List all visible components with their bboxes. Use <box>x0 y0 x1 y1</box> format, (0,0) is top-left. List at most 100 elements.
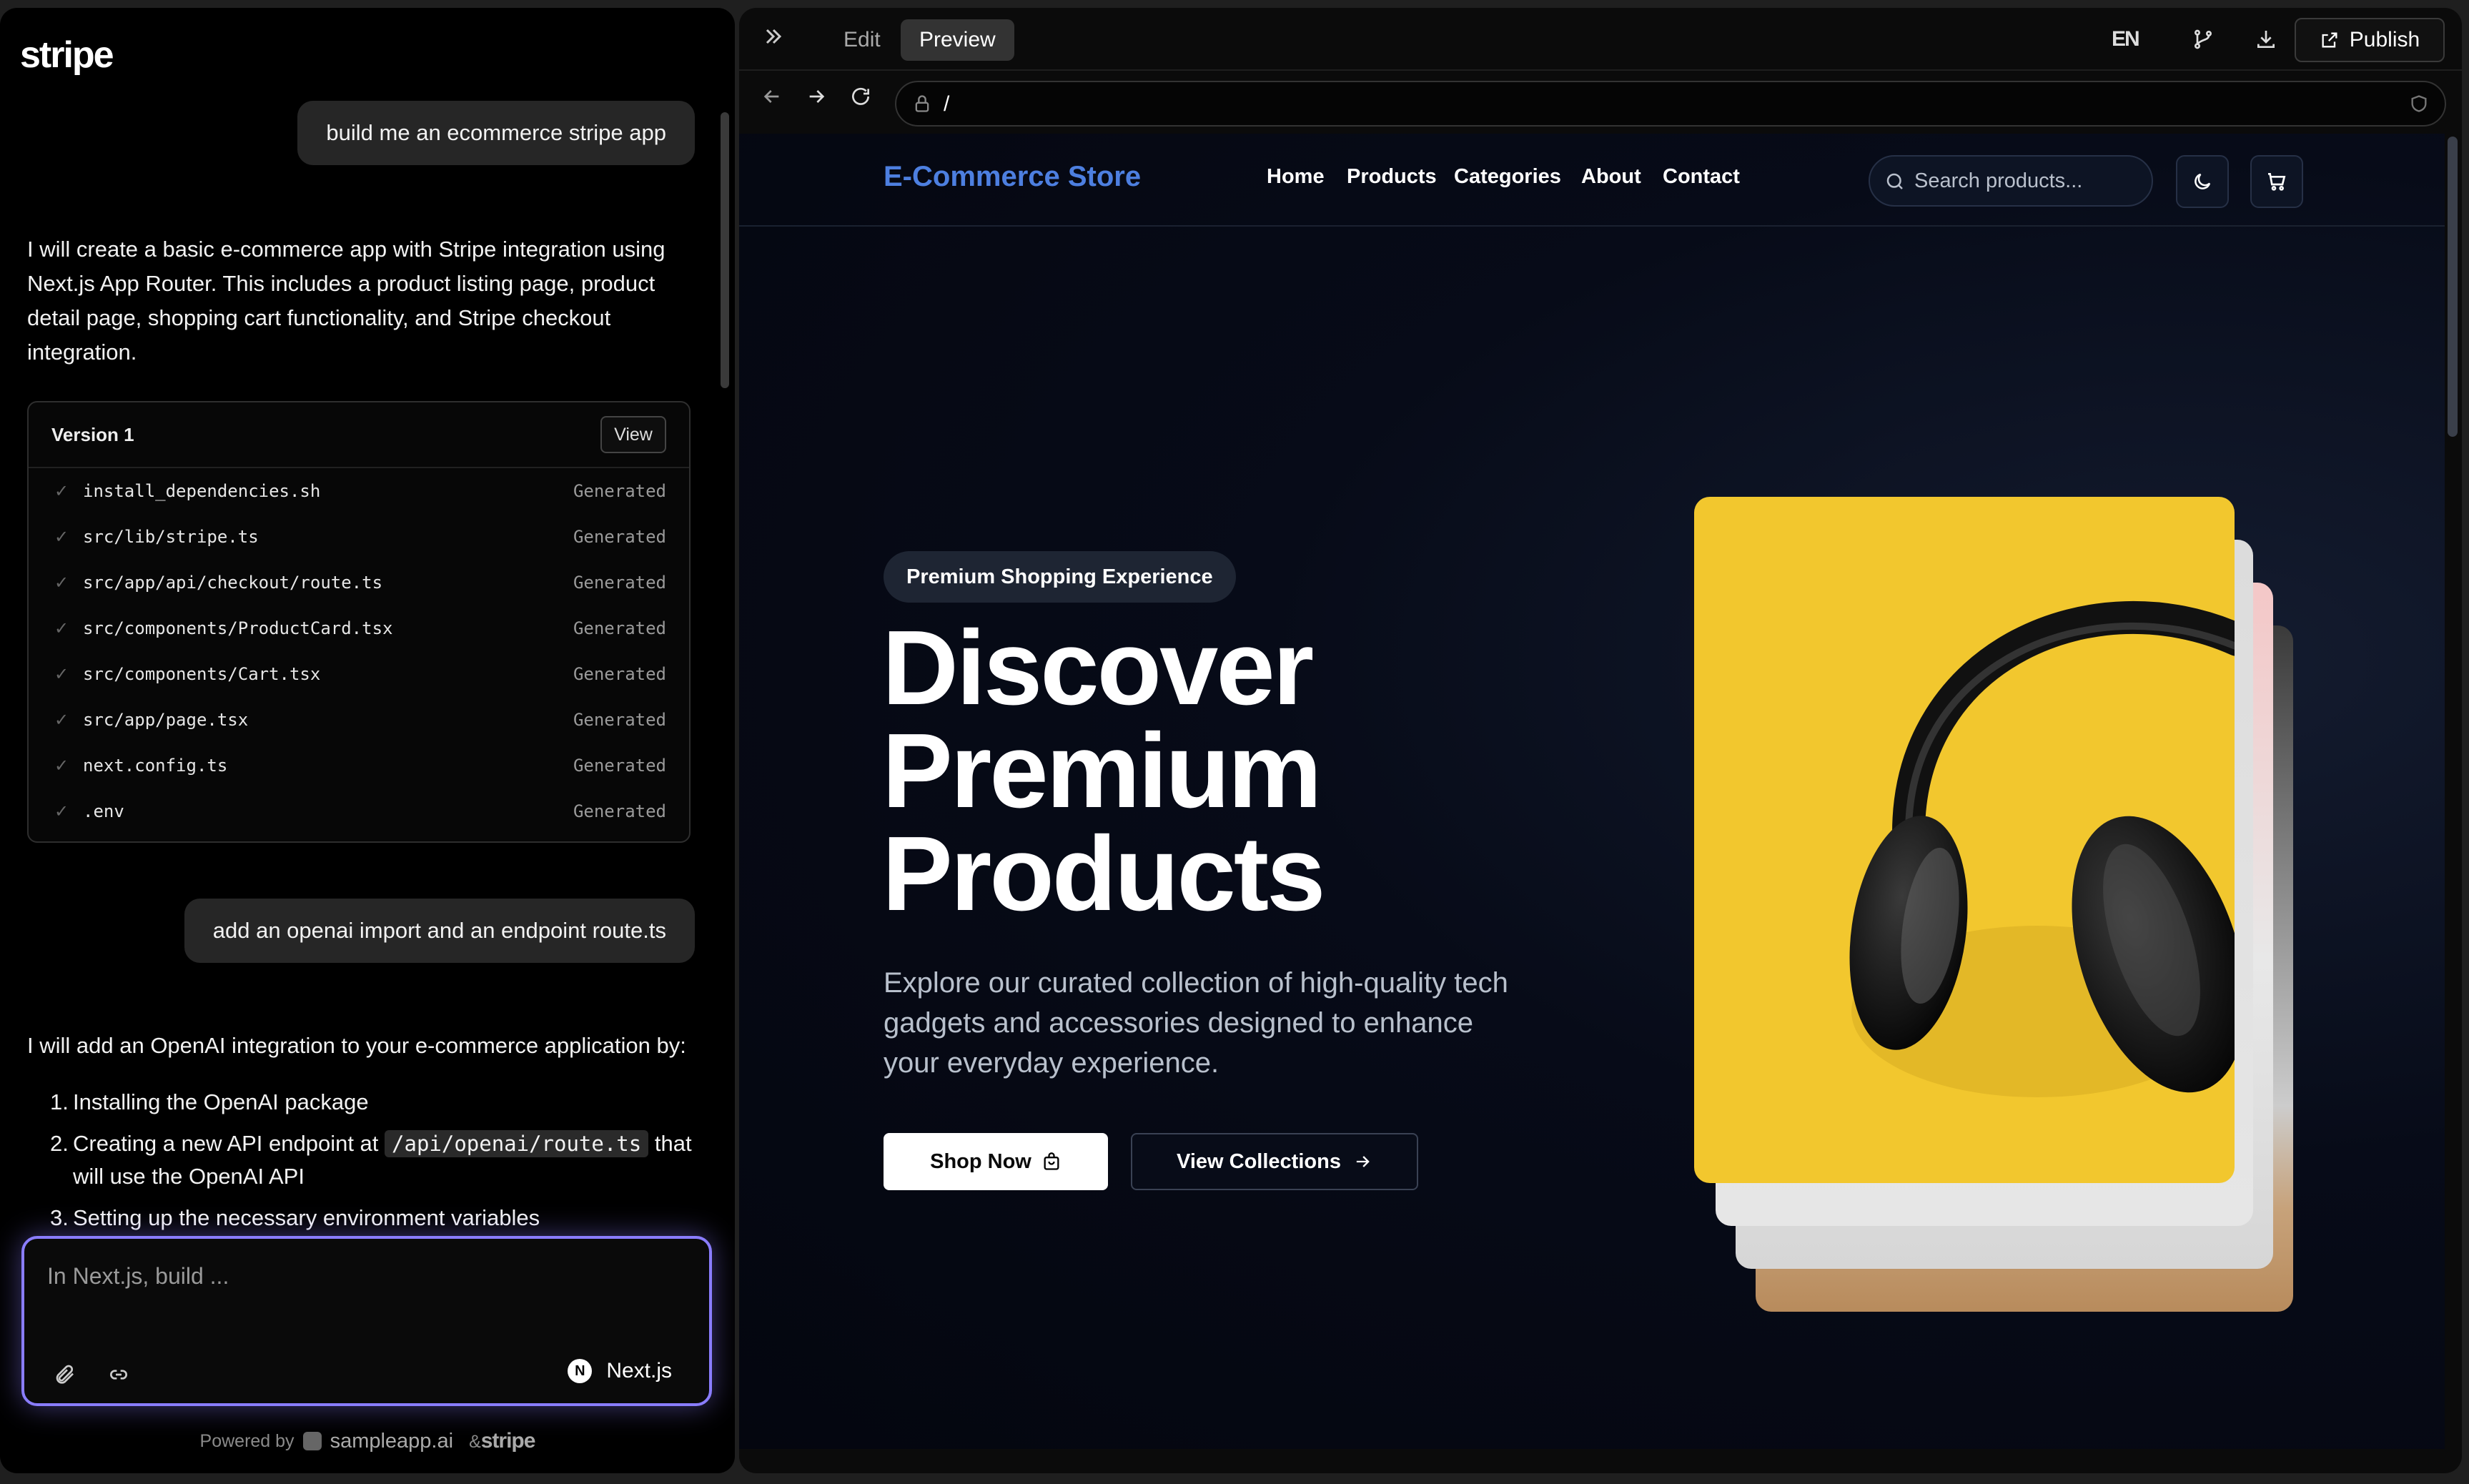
file-name: src/components/ProductCard.tsx <box>83 618 393 638</box>
check-icon: ✓ <box>54 618 69 638</box>
file-row[interactable]: ✓ src/lib/stripe.ts Generated <box>29 514 689 560</box>
file-status: Generated <box>573 527 666 547</box>
powered-by: Powered by sampleapp.ai &stripe <box>199 1429 536 1453</box>
search-icon <box>1884 171 1906 196</box>
user-message: build me an ecommerce stripe app <box>297 101 695 165</box>
file-name: install_dependencies.sh <box>83 481 321 501</box>
file-status: Generated <box>573 618 666 638</box>
link-icon[interactable] <box>103 1359 134 1390</box>
check-icon: ✓ <box>54 527 69 547</box>
url-field[interactable]: / <box>895 81 2446 127</box>
expand-sidebar-icon[interactable] <box>761 24 786 56</box>
external-link-icon <box>2322 32 2337 48</box>
file-row[interactable]: ✓ src/app/api/checkout/route.ts Generated <box>29 560 689 605</box>
git-branch-icon[interactable] <box>2192 24 2215 55</box>
shield-icon[interactable] <box>2409 94 2429 117</box>
hero-subtext: Explore our curated collection of high-q… <box>884 967 1508 1079</box>
cart-button[interactable] <box>2250 155 2303 208</box>
prompt-box: N Next.js <box>21 1236 712 1406</box>
moon-icon <box>2195 173 2211 189</box>
list-item: 1. Installing the OpenAI package <box>50 1089 369 1114</box>
stripe-logo: stripe <box>20 34 114 76</box>
headphones-image[interactable] <box>1694 497 2235 1183</box>
language-icon[interactable]: EN <box>2112 24 2140 55</box>
framework-selector[interactable]: N Next.js <box>568 1359 672 1383</box>
file-status: Generated <box>573 801 666 821</box>
site-logo[interactable]: E-Commerce Store <box>884 161 1141 193</box>
file-row[interactable]: ✓ src/components/ProductCard.tsx Generated <box>29 605 689 651</box>
file-row[interactable]: ✓ next.config.ts Generated <box>29 743 689 788</box>
tab-edit[interactable]: Edit <box>829 19 895 61</box>
framework-label: Next.js <box>606 1359 672 1382</box>
assistant-message: I will create a basic e-commerce app wit… <box>27 237 666 365</box>
file-row[interactable]: ✓ .env Generated <box>29 788 689 834</box>
preview-scrollbar[interactable] <box>2448 137 2458 437</box>
forward-arrow-icon[interactable] <box>805 85 828 114</box>
nav-link-contact[interactable]: Contact <box>1663 165 1740 189</box>
list-item: 3. Setting up the necessary environment … <box>50 1205 540 1230</box>
version-card: Version 1 View ✓ install_dependencies.sh G… <box>27 401 691 843</box>
version-title: Version 1 <box>51 423 134 445</box>
prompt-input[interactable] <box>47 1263 676 1290</box>
stripe-link[interactable]: stripe <box>481 1429 536 1453</box>
step-list: 1. Installing the OpenAI package 2. Crea… <box>27 1086 699 1243</box>
file-name: src/app/api/checkout/route.ts <box>83 573 383 593</box>
nav-link-products[interactable]: Products <box>1347 165 1437 189</box>
paperclip-icon[interactable] <box>49 1359 80 1390</box>
view-version-button[interactable]: View <box>600 416 666 453</box>
nav-link-categories[interactable]: Categories <box>1454 165 1561 189</box>
file-name: src/components/Cart.tsx <box>83 664 321 684</box>
file-row[interactable]: ✓ src/app/page.tsx Generated <box>29 697 689 743</box>
file-status: Generated <box>573 710 666 730</box>
site-preview: E-Commerce Store Home Products Categorie… <box>739 134 2445 1449</box>
file-status: Generated <box>573 573 666 593</box>
list-item: 2. Creating a new API endpoint at /api/o… <box>50 1130 692 1189</box>
sampleapp-icon <box>302 1432 322 1450</box>
url-text: / <box>944 92 950 116</box>
chat-panel: stripe build me an ecommerce stripe app … <box>0 8 735 1473</box>
check-icon: ✓ <box>54 573 69 593</box>
check-icon: ✓ <box>54 481 69 501</box>
toolbar: Edit Preview EN Publish <box>739 8 2462 69</box>
hero-badge: Premium Shopping Experience <box>884 551 1236 603</box>
tab-preview[interactable]: Preview <box>901 19 1014 61</box>
nextjs-icon: N <box>568 1359 593 1383</box>
assistant-message: I will add an OpenAI integration to your… <box>27 1033 686 1058</box>
preview-panel: Edit Preview EN Publish / E-Commerce Sto… <box>739 8 2462 1473</box>
check-icon: ✓ <box>54 710 69 730</box>
file-row[interactable]: ✓ install_dependencies.sh Generated <box>29 468 689 514</box>
search-input[interactable] <box>1914 169 2143 193</box>
shop-now-button[interactable]: Shop Now <box>884 1133 1108 1190</box>
file-list: ✓ install_dependencies.sh Generated ✓ src/li… <box>29 468 689 834</box>
file-name: next.config.ts <box>83 756 228 776</box>
site-search <box>1869 155 2153 207</box>
file-name: src/lib/stripe.ts <box>83 527 259 547</box>
file-name: src/app/page.tsx <box>83 710 249 730</box>
headphones-icon <box>1849 601 2235 1097</box>
code-snippet: /api/openai/route.ts <box>385 1130 649 1157</box>
publish-button[interactable]: Publish <box>2295 18 2445 62</box>
view-collections-button[interactable]: View Collections <box>1131 1133 1418 1190</box>
lock-icon <box>912 94 932 117</box>
chat-scrollbar[interactable] <box>721 112 729 388</box>
arrow-right-icon <box>1356 1156 1370 1167</box>
nav-link-home[interactable]: Home <box>1267 165 1325 189</box>
file-name: .env <box>83 801 124 821</box>
check-icon: ✓ <box>54 664 69 684</box>
file-status: Generated <box>573 756 666 776</box>
sampleapp-link[interactable]: sampleapp.ai <box>330 1430 454 1453</box>
user-message: add an openai import and an endpoint rou… <box>184 899 695 963</box>
back-arrow-icon[interactable] <box>761 85 783 114</box>
file-row[interactable]: ✓ src/components/Cart.tsx Generated <box>29 651 689 697</box>
nav-link-about[interactable]: About <box>1581 165 1641 189</box>
file-status: Generated <box>573 664 666 684</box>
check-icon: ✓ <box>54 801 69 821</box>
reload-icon[interactable] <box>849 85 872 114</box>
check-icon: ✓ <box>54 756 69 776</box>
site-header: E-Commerce Store Home Products Categorie… <box>739 134 2445 227</box>
hero-headline: Discover Premium Products <box>882 609 1325 933</box>
browser-bar: / <box>739 69 2462 131</box>
file-status: Generated <box>573 481 666 501</box>
download-icon[interactable] <box>2255 24 2277 55</box>
theme-toggle-button[interactable] <box>2176 155 2229 208</box>
